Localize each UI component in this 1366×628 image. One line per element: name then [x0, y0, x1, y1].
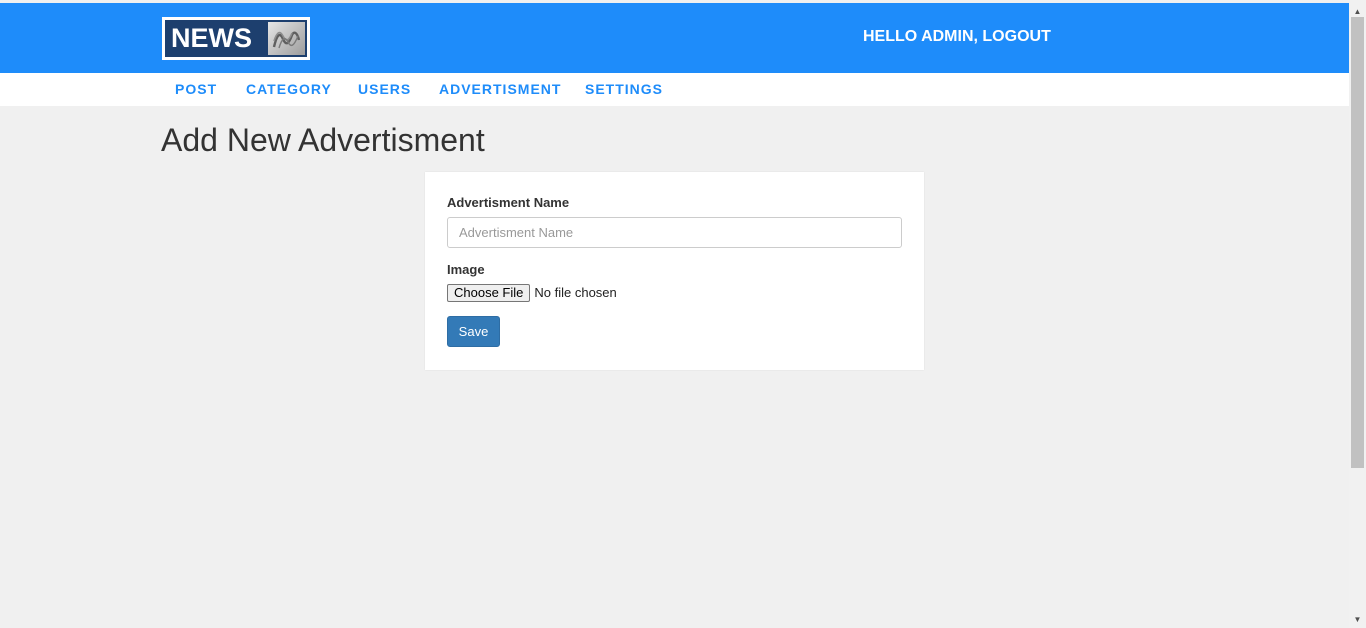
nav-item-advertisment[interactable]: ADVERTISMENT	[439, 81, 561, 98]
page: NEWS HELLO ADMIN, LOGOUT POST CATEGORY U…	[0, 0, 1349, 628]
user-greeting: HELLO ADMIN,	[863, 28, 978, 45]
save-button[interactable]: Save	[447, 316, 500, 347]
scroll-thumb[interactable]	[1351, 17, 1364, 468]
image-label: Image	[447, 262, 485, 277]
choose-file-button[interactable]: Choose File	[447, 284, 531, 302]
user-links: HELLO ADMIN, LOGOUT	[863, 27, 1051, 47]
vertical-scrollbar[interactable]: ▲ ▼	[1349, 0, 1366, 628]
site-logo[interactable]: NEWS	[162, 17, 310, 60]
logout-link[interactable]: LOGOUT	[982, 28, 1050, 45]
nav-item-category[interactable]: CATEGORY	[246, 81, 332, 98]
file-status-text: No file chosen	[534, 285, 617, 300]
nav-item-users[interactable]: USERS	[358, 81, 411, 98]
page-title: Add New Advertisment	[161, 122, 485, 158]
main-nav: POST CATEGORY USERS ADVERTISMENT SETTING…	[0, 73, 1349, 106]
scroll-down-icon[interactable]: ▼	[1349, 611, 1366, 628]
advertisment-name-input[interactable]	[447, 217, 902, 248]
logo-mark-icon	[268, 22, 305, 55]
logo-box: NEWS	[165, 20, 307, 57]
advertisment-name-label: Advertisment Name	[447, 195, 570, 210]
add-advertisment-form: Advertisment Name Image Choose File No f…	[425, 172, 924, 370]
nav-item-settings[interactable]: SETTINGS	[585, 81, 663, 98]
top-header: NEWS HELLO ADMIN, LOGOUT	[0, 3, 1349, 73]
logo-text: NEWS	[171, 23, 252, 53]
nav-item-post[interactable]: POST	[175, 81, 217, 98]
image-file-input: Choose File No file chosen	[447, 284, 617, 302]
